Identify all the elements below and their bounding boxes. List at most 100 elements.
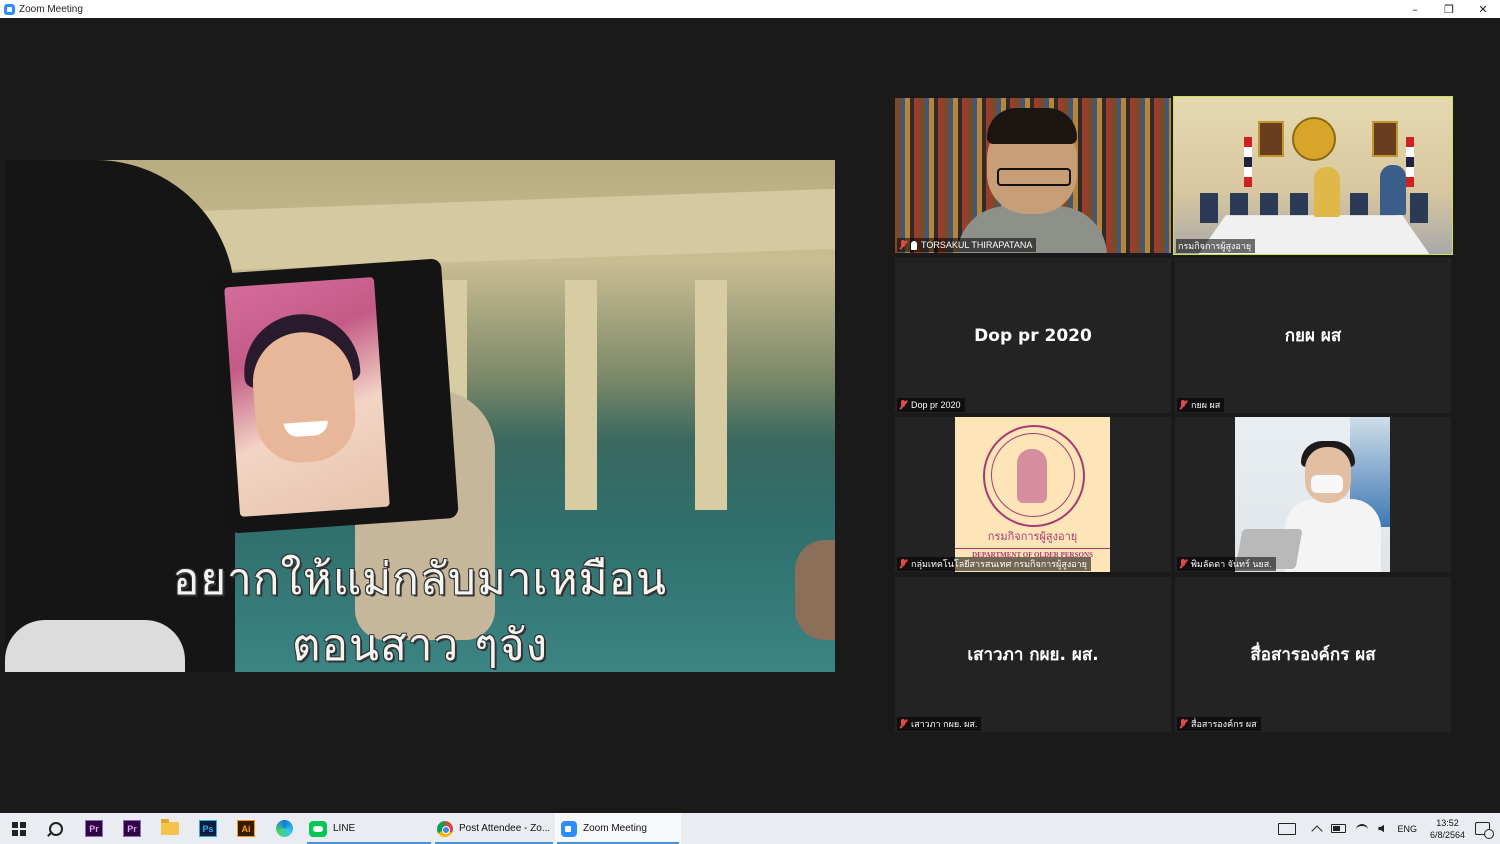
participant-tile-gyp[interactable]: กยผ ผส กยผ ผส (1175, 258, 1451, 413)
bed-slat (565, 280, 597, 510)
chrome-icon (437, 820, 453, 837)
mic-muted-icon (899, 559, 907, 569)
search-button[interactable] (44, 817, 68, 841)
system-tray: ENG 13:52 6/8/2564 (1273, 813, 1500, 844)
participant-name: กยผ ผส (1191, 400, 1221, 410)
participant-tile-dop-pr[interactable]: Dop pr 2020 Dop pr 2020 (895, 258, 1171, 413)
shared-screen-video[interactable]: อยากให้แม่กลับมาเหมือน ตอนสาว ๆจัง (5, 160, 835, 672)
participant-display-name: กยผ ผส (1284, 326, 1342, 346)
speaker-icon (1378, 824, 1385, 833)
tablet-device (211, 258, 459, 534)
participant-display-name: Dop pr 2020 (974, 325, 1092, 346)
attendee (1314, 167, 1340, 217)
taskbar-app-zoom[interactable]: Zoom Meeting (555, 813, 681, 844)
video-subtitle-line2: ตอนสาว ๆจัง (291, 620, 549, 671)
participant-name: Dop pr 2020 (911, 400, 961, 410)
flag (1406, 137, 1414, 187)
clock[interactable]: 13:52 6/8/2564 (1430, 817, 1465, 841)
clock-date: 6/8/2564 (1429, 829, 1465, 840)
taskbar-premiere-rush[interactable]: Pr (120, 817, 144, 841)
battery-status[interactable] (1331, 824, 1347, 833)
chevron-up-icon (1311, 824, 1324, 837)
portrait-frame (1258, 121, 1284, 157)
participant-label: พิมลัดดา จันทร์ นยส. (1177, 557, 1276, 571)
restore-button[interactable]: ❐ (1432, 0, 1466, 18)
participant-label: กยผ ผส (1177, 398, 1225, 412)
taskbar-premiere-pro[interactable]: Pr (82, 817, 106, 841)
search-icon (49, 821, 63, 836)
face-mask (1311, 475, 1343, 493)
participant-name: พิมลัดดา จันทร์ นยส. (1191, 559, 1272, 569)
folder-icon (161, 819, 179, 835)
participant-label: Dop pr 2020 (897, 398, 965, 412)
flag (1244, 137, 1252, 187)
participant-name: สื่อสารองค์กร ผส (1191, 719, 1257, 729)
logo-deity-icon (1017, 449, 1047, 503)
window-controls: – ❐ ✕ (1398, 0, 1500, 18)
premiere-pro-icon: Pr (85, 820, 103, 837)
portrait-frame (1372, 121, 1398, 157)
participant-video (1174, 97, 1452, 254)
tablet-screen (224, 277, 390, 517)
touch-keyboard-button[interactable] (1278, 822, 1297, 835)
participant-tile-corp-comm[interactable]: สื่อสารองค์กร ผส สื่อสารองค์กร ผส (1175, 577, 1451, 732)
close-button[interactable]: ✕ (1466, 0, 1500, 18)
participant-tile-saowapa[interactable]: เสาวภา กผย. ผส. เสาวภา กผย. ผส. (895, 577, 1171, 732)
minimize-button[interactable]: – (1398, 0, 1432, 18)
edge-icon (275, 820, 293, 837)
meeting-area: อยากให้แม่กลับมาเหมือน ตอนสาว ๆจัง TORSA… (0, 18, 1500, 813)
participant-tile-pimladda[interactable]: พิมลัดดา จันทร์ นยส. (1175, 417, 1451, 572)
premiere-rush-icon: Pr (123, 820, 141, 837)
volume-control[interactable] (1378, 824, 1385, 833)
participant-tile-it-group[interactable]: กรมกิจการผู้สูงอายุ DEPARTMENT OF OLDER … (895, 417, 1171, 572)
start-button[interactable] (12, 821, 26, 836)
taskbar-app-label: Zoom Meeting (583, 823, 647, 834)
taskbar-edge[interactable] (272, 817, 296, 841)
taskbar-file-explorer[interactable] (158, 817, 182, 841)
taskbar-photoshop[interactable]: Ps (196, 817, 220, 841)
participant-label: เสาวภา กผย. ผส. (897, 717, 982, 731)
video-subtitle-line1: อยากให้แม่กลับมาเหมือน (172, 554, 668, 605)
taskbar-app-chrome[interactable]: Post Attendee - Zo... (433, 813, 555, 844)
logo-text-thai: กรมกิจการผู้สูงอายุ (987, 530, 1078, 543)
attendee (1380, 165, 1406, 215)
participant-video (895, 98, 1171, 253)
bed-rail (185, 188, 835, 272)
illustrator-icon: Ai (237, 820, 255, 837)
participant-display-name: เสาวภา กผย. ผส. (967, 645, 1099, 665)
mic-muted-icon (899, 719, 907, 729)
participant-label: กรมกิจการผู้สูงอายุ (1176, 239, 1256, 253)
pin-icon (911, 240, 917, 250)
participant-glasses (997, 168, 1071, 186)
line-icon (309, 820, 327, 837)
participant-label: กลุ่มเทคโนโลยีสารสนเทศ กรมกิจการผู้สูงอา… (897, 557, 1091, 571)
mic-muted-icon (1179, 559, 1187, 569)
department-logo-video: กรมกิจการผู้สูงอายุ DEPARTMENT OF OLDER … (955, 417, 1110, 572)
network-status[interactable] (1356, 823, 1369, 834)
participant-name: กลุ่มเทคโนโลยีสารสนเทศ กรมกิจการผู้สูงอา… (911, 559, 1087, 569)
taskbar-illustrator[interactable]: Ai (234, 817, 258, 841)
participant-hair (987, 108, 1077, 144)
windows-taskbar: Pr Pr Ps Ai LINE Post Attendee - Zo... Z… (0, 813, 1500, 844)
participant-name: เสาวภา กผย. ผส. (911, 719, 978, 729)
participant-label: TORSAKUL THIRAPATANA (897, 238, 1037, 252)
language-indicator[interactable]: ENG (1397, 824, 1417, 834)
participant-display-name: สื่อสารองค์กร ผส (1250, 645, 1376, 665)
zoom-icon (561, 820, 577, 837)
participant-tile-torsakul[interactable]: TORSAKUL THIRAPATANA (895, 98, 1171, 253)
bed-slat (695, 280, 727, 510)
notification-center-icon[interactable] (1475, 822, 1494, 839)
participant-tile-dop[interactable]: กรมกิจการผู้สูงอายุ (1173, 96, 1453, 255)
taskbar-app-line[interactable]: LINE (305, 813, 433, 844)
window-title: Zoom Meeting (19, 3, 83, 15)
emblem-seal (1292, 117, 1336, 161)
photoshop-icon: Ps (199, 820, 217, 837)
show-hidden-icons-button[interactable] (1311, 823, 1324, 837)
taskbar-app-label: Post Attendee - Zo... (459, 823, 551, 834)
mic-muted-icon (1179, 719, 1187, 729)
window-titlebar: Zoom Meeting – ❐ ✕ (0, 0, 1500, 18)
participant-label: สื่อสารองค์กร ผส (1177, 717, 1261, 731)
mic-muted-icon (1179, 400, 1187, 410)
keyboard-icon (1278, 822, 1297, 835)
taskbar-app-label: LINE (333, 823, 356, 834)
